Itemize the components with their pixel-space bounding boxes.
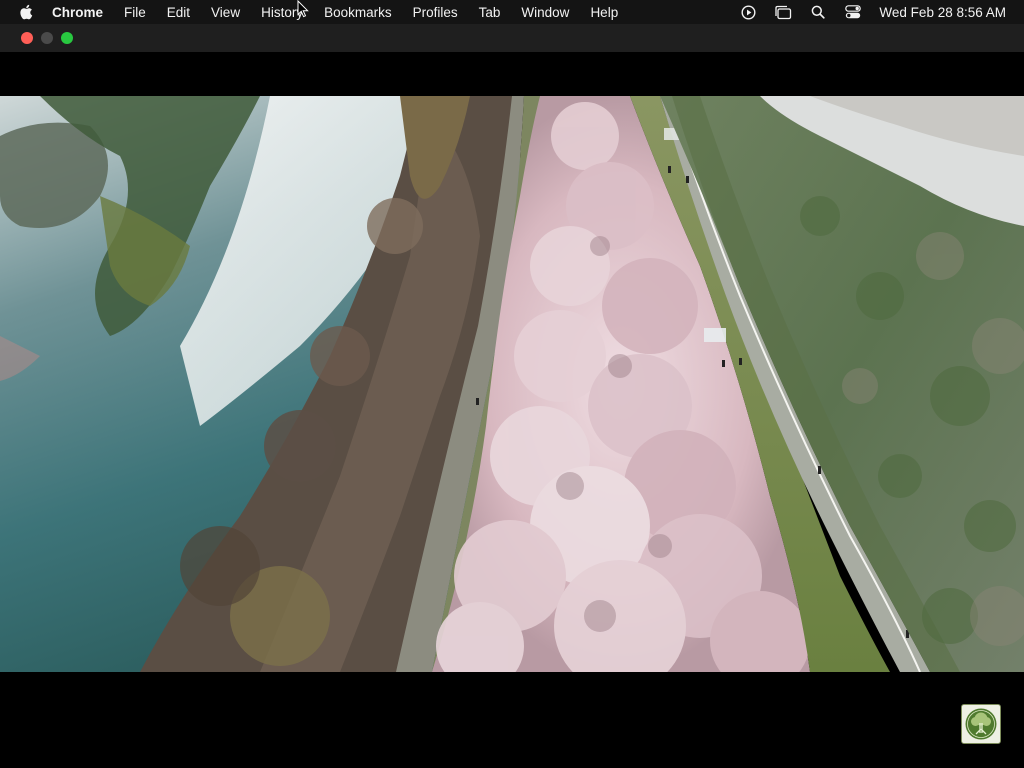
menu-window[interactable]: Window bbox=[521, 5, 569, 20]
stacked-windows-icon[interactable] bbox=[774, 3, 792, 21]
menu-edit[interactable]: Edit bbox=[167, 5, 190, 20]
video-frame[interactable] bbox=[0, 96, 1024, 672]
window-minimize-button[interactable] bbox=[41, 32, 53, 44]
aerial-video-frame bbox=[0, 96, 1024, 672]
window-zoom-button[interactable] bbox=[61, 32, 73, 44]
status-area: Wed Feb 28 8:56 AM bbox=[722, 0, 1006, 24]
play-circle-icon[interactable] bbox=[739, 3, 757, 21]
menu-bar: Chrome File Edit View History Bookmarks … bbox=[0, 0, 1024, 24]
control-center-icon[interactable] bbox=[844, 3, 862, 21]
menu-history[interactable]: History bbox=[261, 5, 303, 20]
search-icon[interactable] bbox=[809, 3, 827, 21]
apple-logo-icon[interactable] bbox=[18, 0, 34, 24]
video-player[interactable] bbox=[0, 52, 1024, 768]
tree-logo-icon[interactable] bbox=[961, 704, 1001, 744]
menu-app-chrome[interactable]: Chrome bbox=[52, 5, 103, 20]
menu-view[interactable]: View bbox=[211, 5, 240, 20]
menu-profiles[interactable]: Profiles bbox=[413, 5, 458, 20]
menu-bookmarks[interactable]: Bookmarks bbox=[324, 5, 392, 20]
menu-bar-clock[interactable]: Wed Feb 28 8:56 AM bbox=[879, 5, 1006, 20]
menu-file[interactable]: File bbox=[124, 5, 146, 20]
menu-tab[interactable]: Tab bbox=[479, 5, 501, 20]
menu-help[interactable]: Help bbox=[590, 5, 618, 20]
window-close-button[interactable] bbox=[21, 32, 33, 44]
menu-list: Chrome File Edit View History Bookmarks … bbox=[52, 5, 639, 20]
window-titlebar bbox=[0, 24, 1024, 52]
